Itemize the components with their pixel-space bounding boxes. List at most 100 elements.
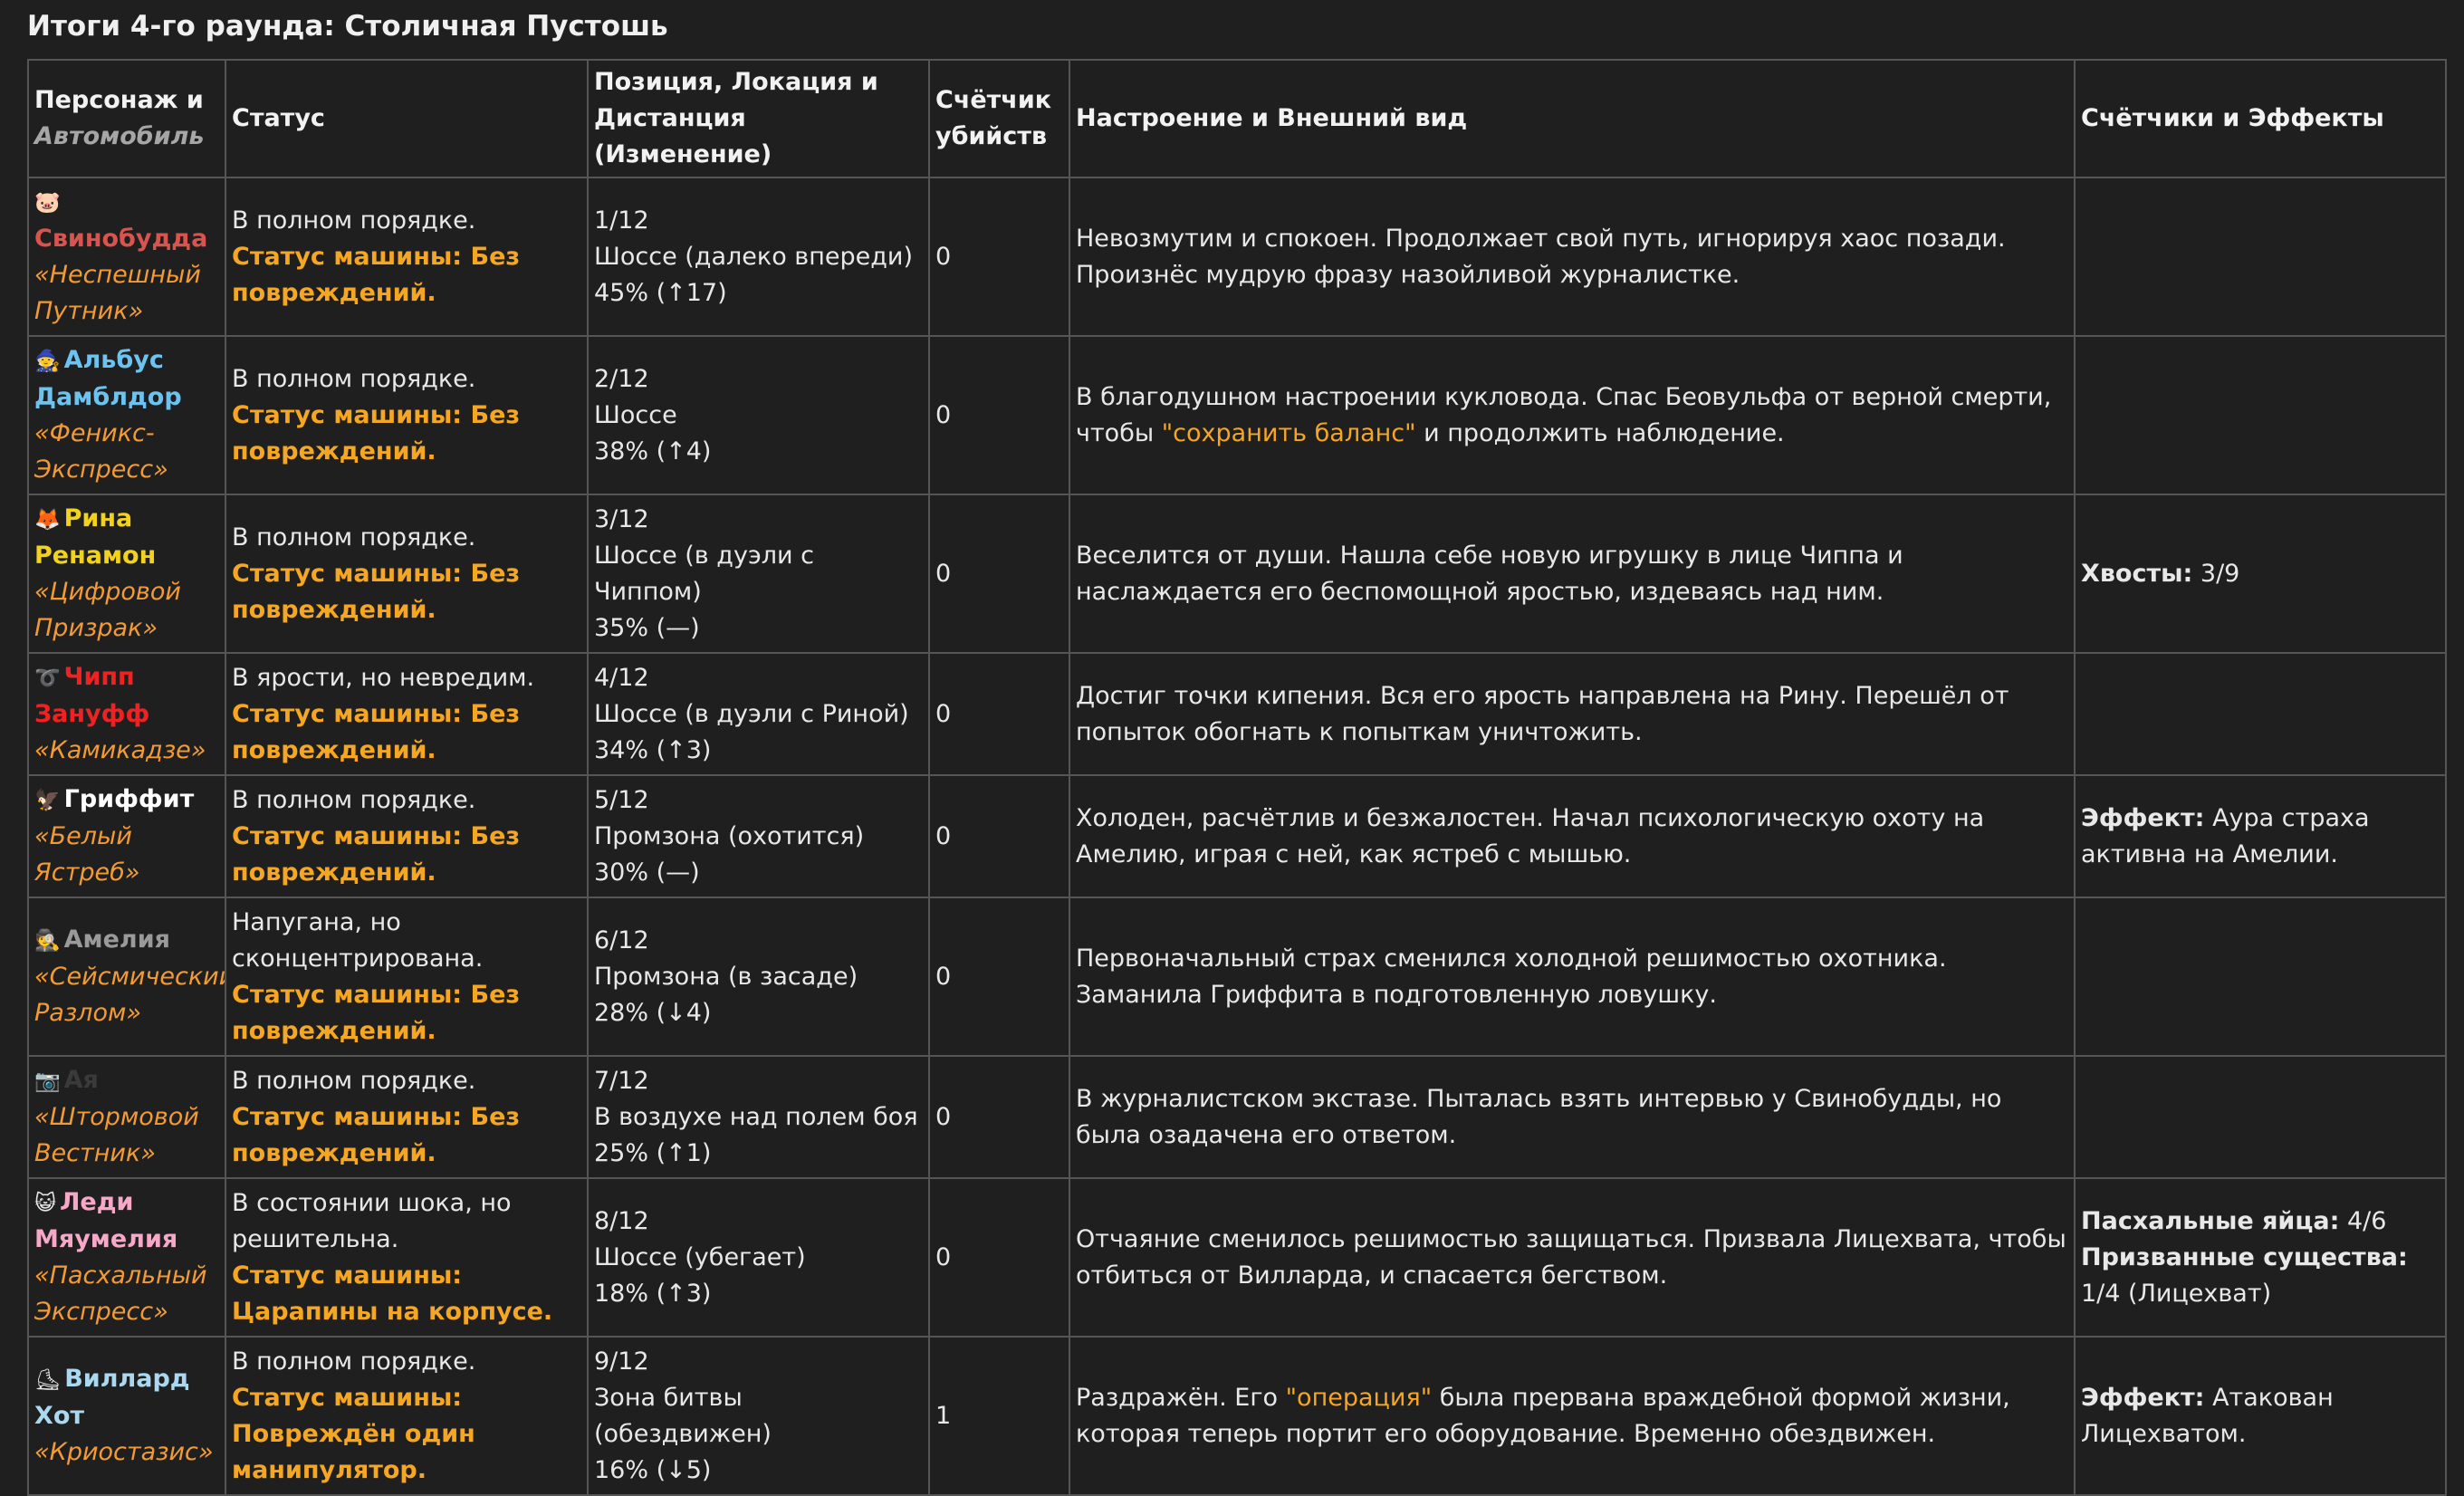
car-status: Статус машины: Без повреждений. — [232, 400, 521, 465]
position-cell: 4/12 Шоссе (в дуэли с Риной) 34% (↑3) — [587, 652, 930, 776]
effect-label: Призванные существа: — [2081, 1242, 2408, 1271]
mood-text-end: и продолжить наблюдение. — [1415, 418, 1785, 447]
position-location: Зона битвы (обездвижен) — [594, 1383, 772, 1448]
position-distance: 34% (↑3) — [594, 735, 712, 764]
character-name: Ая — [63, 1066, 99, 1094]
character-name: Амелия — [63, 925, 170, 954]
effect-label: Пасхальные яйца: — [2081, 1206, 2340, 1235]
position-cell: 2/12 Шоссе 38% (↑4) — [587, 335, 930, 495]
kills-cell: 0 — [928, 652, 1070, 776]
position-location: Промзона (охотится) — [594, 821, 865, 850]
position-rank: 7/12 — [594, 1066, 649, 1095]
car-name: «Феникс-Экспресс» — [34, 419, 168, 484]
position-distance: 16% (↓5) — [594, 1455, 712, 1484]
kills-cell: 1 — [928, 1336, 1070, 1496]
car-name: «Криостазис» — [34, 1438, 214, 1466]
car-name: «Цифровой Призрак» — [34, 578, 181, 642]
table-row: ⛸ Виллард Хот «Криостазис» В полном порядке… — [27, 1336, 2447, 1496]
position-rank: 5/12 — [594, 785, 649, 814]
mood-text: Первоначальный страх сменился холодной р… — [1076, 944, 1947, 1009]
kills-cell: 0 — [928, 494, 1070, 654]
car-name: «Белый Ястреб» — [34, 822, 140, 887]
position-cell: 1/12 Шоссе (далеко впереди) 45% (↑17) — [587, 177, 930, 337]
effects-cell — [2074, 335, 2447, 495]
column-header-mood: Настроение и Внешний вид — [1069, 59, 2076, 178]
character-cell: 🦅 Гриффит «Белый Ястреб» — [27, 774, 226, 898]
car-name: «Штормовой Вестник» — [34, 1103, 199, 1167]
column-header-character: Персонаж и Автомобиль — [27, 59, 226, 178]
position-location: Шоссе (далеко впереди) — [594, 242, 913, 271]
effects-cell: Пасхальные яйца: 4/6 Призванные существа:… — [2074, 1177, 2447, 1338]
page-title: Итоги 4-го раунда: Столичная Пустошь — [27, 10, 668, 43]
character-status: Напугана, но сконцентрирована. — [232, 907, 484, 973]
mood-text: Холоден, расчётлив и безжалостен. Начал … — [1076, 803, 1985, 868]
status-cell: В полном порядке. Статус машины: Без повр… — [225, 1055, 589, 1179]
character-cell: 🦊 Рина Ренамон «Цифровой Призрак» — [27, 494, 226, 654]
car-name: «Сейсмический Разлом» — [34, 963, 225, 1027]
character-status: В полном порядке. — [232, 1066, 476, 1095]
camera-icon: 📷 — [34, 1069, 61, 1093]
position-cell: 5/12 Промзона (охотится) 30% (—) — [587, 774, 930, 898]
position-location: Шоссе (убегает) — [594, 1242, 806, 1271]
character-cell: ➰ Чипп Зануфф «Камикадзе» — [27, 652, 226, 776]
position-rank: 2/12 — [594, 364, 649, 393]
column-header-position: Позиция, Локация и Дистанция (Изменение) — [587, 59, 930, 178]
column-header-character-label: Персонаж и — [34, 86, 204, 114]
kills-cell: 0 — [928, 1177, 1070, 1338]
character-cell: ⛸ Виллард Хот «Криостазис» — [27, 1336, 226, 1496]
car-status: Статус машины: Без повреждений. — [232, 242, 521, 307]
car-status: Статус машины: Без повреждений. — [232, 980, 521, 1045]
position-rank: 6/12 — [594, 925, 649, 954]
effect-value: 1/4 (Лицехват) — [2081, 1279, 2272, 1308]
mood-cell: Невозмутим и спокоен. Продолжает свой пу… — [1069, 177, 2076, 337]
position-distance: 35% (—) — [594, 613, 700, 642]
kills-cell: 0 — [928, 1055, 1070, 1179]
car-status: Статус машины: Повреждён один манипулято… — [232, 1383, 475, 1484]
status-cell: В полном порядке. Статус машины: Повреждё… — [225, 1336, 589, 1496]
character-cell: 🐷 Свинобудда «Неспешный Путник» — [27, 177, 226, 337]
position-cell: 9/12 Зона битвы (обездвижен) 16% (↓5) — [587, 1336, 930, 1496]
effects-cell — [2074, 897, 2447, 1057]
position-distance: 25% (↑1) — [594, 1138, 712, 1167]
status-cell: В полном порядке. Статус машины: Без повр… — [225, 177, 589, 337]
character-status: В полном порядке. — [232, 206, 476, 235]
position-cell: 8/12 Шоссе (убегает) 18% (↑3) — [587, 1177, 930, 1338]
column-header-effects: Счётчики и Эффекты — [2074, 59, 2447, 178]
position-rank: 4/12 — [594, 663, 649, 692]
kills-cell: 0 — [928, 897, 1070, 1057]
effects-cell: Хвосты: 3/9 — [2074, 494, 2447, 654]
mood-cell: Отчаяние сменилось решимостью защищаться… — [1069, 1177, 2076, 1338]
car-status: Статус машины: Без повреждений. — [232, 1102, 521, 1167]
mood-quote: "сохранить баланс" — [1161, 418, 1416, 447]
position-location: Шоссе — [594, 400, 677, 429]
effect-line: Эффект: Атакован Лицехватом. — [2081, 1380, 2440, 1453]
effect-value: 4/6 — [2339, 1206, 2387, 1235]
eagle-icon: 🦅 — [34, 789, 61, 812]
mood-cell: В журналистском экстазе. Пыталась взять … — [1069, 1055, 2076, 1179]
mood-cell: Веселится от души. Нашла себе новую игру… — [1069, 494, 2076, 654]
mood-text: Отчаяние сменилось решимостью защищаться… — [1076, 1224, 2066, 1290]
effects-cell — [2074, 652, 2447, 776]
effect-label: Эффект: — [2081, 1383, 2205, 1412]
cat-icon: 😺 — [34, 1192, 56, 1215]
mood-cell: Раздражён. Его "операция" была прервана … — [1069, 1336, 2076, 1496]
kills-cell: 0 — [928, 774, 1070, 898]
table-row: 🦊 Рина Ренамон «Цифровой Призрак» В полном … — [27, 494, 2447, 654]
mood-cell: Холоден, расчётлив и безжалостен. Начал … — [1069, 774, 2076, 898]
mood-text: Достиг точки кипения. Вся его ярость нап… — [1076, 681, 2009, 746]
effect-label: Эффект: — [2081, 803, 2205, 832]
character-status: В полном порядке. — [232, 785, 476, 814]
position-distance: 28% (↓4) — [594, 998, 712, 1027]
car-name: «Пасхальный Экспресс» — [34, 1261, 207, 1326]
position-cell: 6/12 Промзона (в засаде) 28% (↓4) — [587, 897, 930, 1057]
table-row: 🧙 Альбус Дамблдор «Феникс-Экспресс» В полно… — [27, 335, 2447, 495]
mood-text: В журналистском экстазе. Пыталась взять … — [1076, 1084, 2002, 1149]
status-cell: В состоянии шока, но решительна. Статус м… — [225, 1177, 589, 1338]
table-row: ➰ Чипп Зануфф «Камикадзе» В ярости, но невр… — [27, 652, 2447, 776]
effects-cell — [2074, 1055, 2447, 1179]
status-cell: В ярости, но невредим. Статус машины: Без… — [225, 652, 589, 776]
effects-cell: Эффект: Атакован Лицехватом. — [2074, 1336, 2447, 1496]
position-rank: 8/12 — [594, 1206, 649, 1235]
effects-cell — [2074, 177, 2447, 337]
character-cell: 😺 Леди Мяумелия «Пасхальный Экспресс» — [27, 1177, 226, 1338]
